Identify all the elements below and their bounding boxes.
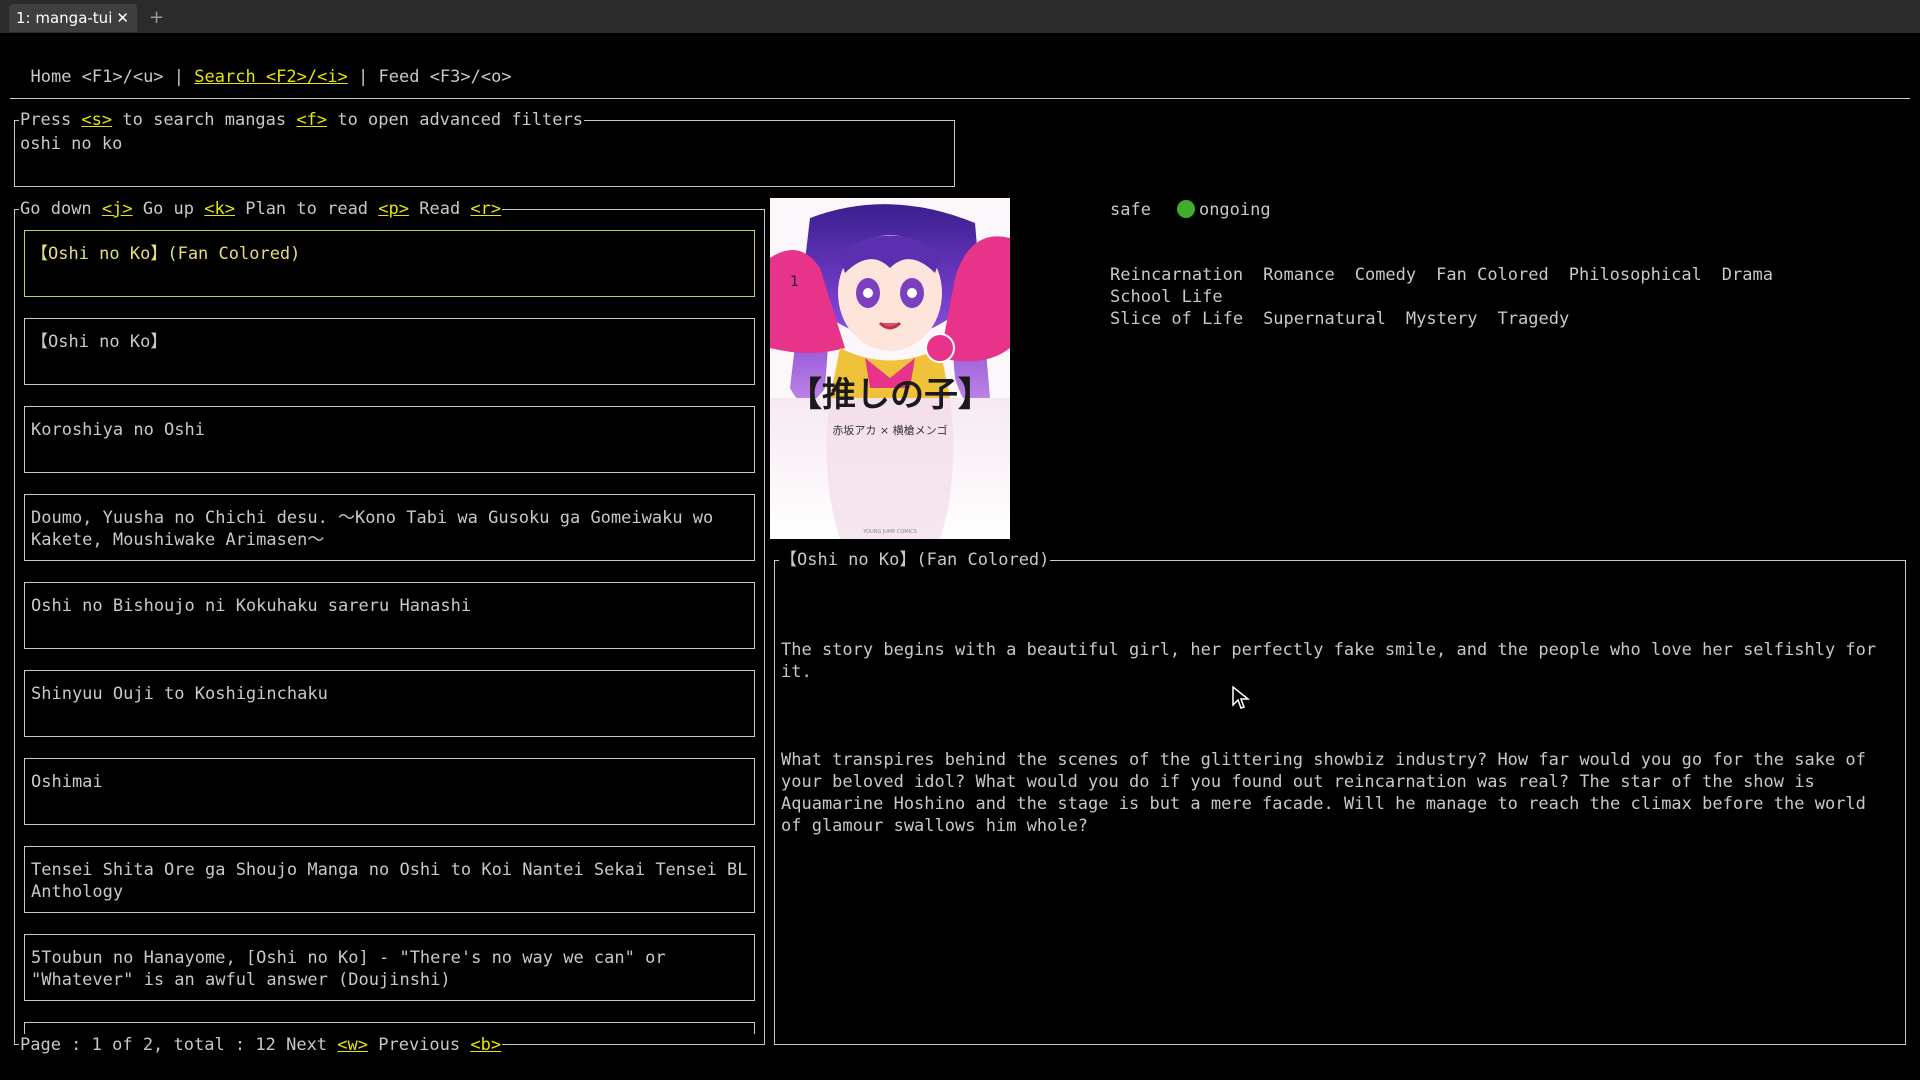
search-key: <s> (81, 110, 113, 130)
terminal-tabstrip: 1: manga-tui ✕ + (0, 0, 1920, 33)
list-item[interactable]: 5Toubun no Hanayome, [Oshi no Ko] - "The… (24, 934, 755, 1001)
nav-separator: | (347, 67, 379, 87)
terminal-tab-title: 1: manga-tui (16, 9, 113, 27)
list-item-partial (24, 1022, 755, 1034)
svg-text:1: 1 (790, 274, 799, 290)
close-icon[interactable]: ✕ (116, 4, 129, 32)
tag: Comedy (1354, 265, 1417, 285)
status-dot-icon (1176, 200, 1195, 218)
svg-text:赤坂アカ × 横槍メンゴ: 赤坂アカ × 横槍メンゴ (832, 423, 947, 437)
filters-key: <f> (296, 110, 328, 130)
terminal-tab[interactable]: 1: manga-tui ✕ (9, 4, 137, 32)
top-nav: Home <F1>/<u> | Search <F2>/<i> | Feed <… (10, 44, 512, 88)
list-item[interactable]: Oshi no Bishoujo ni Kokuhaku sareru Hana… (24, 582, 755, 649)
tag: Slice of Life (1110, 309, 1244, 329)
results-list: Go down <j> Go up <k> Plan to read <p> R… (14, 198, 765, 1056)
tag: Tragedy (1497, 309, 1570, 329)
nav-feed[interactable]: Feed <F3>/<o> (379, 67, 512, 87)
manga-cover-image: 1 【推しの子】 赤坂アカ × 横槍メンゴ YOUNG JUMP COMICS (770, 198, 1010, 539)
list-item[interactable]: Tensei Shita Ore ga Shoujo Manga no Oshi… (24, 846, 755, 913)
publication-status: ongoing (1198, 200, 1271, 220)
description-paragraph: What transpires behind the scenes of the… (781, 750, 1877, 836)
tag: Fan Colored (1436, 265, 1549, 285)
new-tab-icon[interactable]: + (149, 4, 164, 32)
search-input[interactable]: oshi no ko (20, 133, 122, 155)
list-item[interactable]: Shinyuu Ouji to Koshiginchaku (24, 670, 755, 737)
description-paragraph: The story begins with a beautiful girl, … (781, 640, 1887, 682)
tag: Supernatural (1263, 309, 1386, 329)
list-item[interactable]: Doumo, Yuusha no Chichi desu. ～Kono Tabi… (24, 494, 755, 561)
description-title: 【Oshi no Ko】(Fan Colored) (779, 549, 1051, 571)
svg-text:【推しの子】: 【推しの子】 (788, 375, 992, 415)
pagination: Page : 1 of 2, total : 12 Next <w> Previ… (19, 1034, 503, 1056)
nav-separator: | (163, 67, 195, 87)
search-hint: Press <s> to search mangas <f> to open a… (19, 109, 584, 131)
mouse-cursor-icon (1232, 685, 1251, 714)
tag: School Life (1110, 287, 1223, 307)
tag: Drama (1721, 265, 1773, 285)
plan-to-read-key: <p> (378, 199, 409, 219)
description-panel: 【Oshi no Ko】(Fan Colored) The story begi… (774, 549, 1906, 1045)
list-item[interactable]: 【Oshi no Ko】 (24, 318, 755, 385)
tag: Romance (1263, 265, 1335, 285)
tag-list: Reincarnation Romance Comedy Fan Colored Phi… (1110, 264, 1900, 330)
go-down-key: <j> (101, 199, 133, 219)
previous-page-key[interactable]: <b> (470, 1035, 501, 1055)
svg-text:YOUNG JUMP COMICS: YOUNG JUMP COMICS (862, 529, 917, 535)
list-item[interactable]: Oshimai (24, 758, 755, 825)
tag: Mystery (1405, 309, 1478, 329)
nav-divider (10, 98, 1910, 99)
read-key: <r> (470, 199, 502, 219)
list-help: Go down <j> Go up <k> Plan to read <p> R… (19, 198, 503, 220)
tag: Philosophical (1568, 265, 1702, 285)
list-item[interactable]: Koroshiya no Oshi (24, 406, 755, 473)
go-up-key: <k> (204, 199, 235, 219)
content-rating: safe (1110, 200, 1151, 220)
description-text: The story begins with a beautiful girl, … (781, 595, 1895, 903)
list-item[interactable]: 【Oshi no Ko】(Fan Colored) (24, 230, 755, 297)
tag: Reincarnation (1110, 265, 1244, 285)
nav-home[interactable]: Home <F1>/<u> (30, 67, 163, 87)
nav-search[interactable]: Search <F2>/<i> (194, 67, 348, 87)
status-line: safe ongoing (1110, 199, 1271, 221)
search-box[interactable]: Press <s> to search mangas <f> to open a… (14, 109, 955, 187)
next-page-key[interactable]: <w> (337, 1035, 368, 1055)
